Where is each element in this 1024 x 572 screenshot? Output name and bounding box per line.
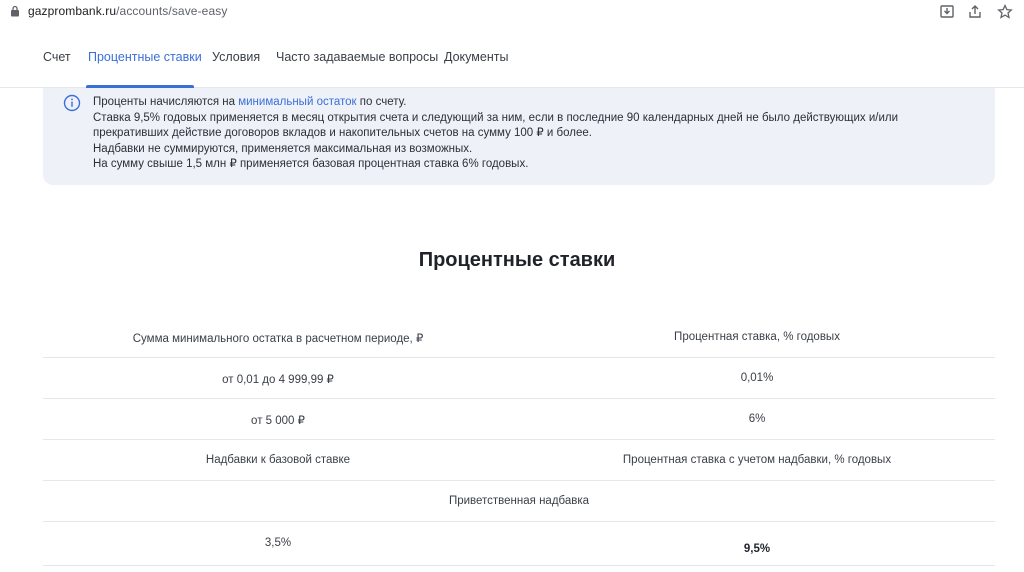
info-text: Проценты начисляются на минимальный оста… [93,95,973,173]
min-balance-link[interactable]: минимальный остаток [238,96,356,108]
total-rate-cell: 9,5% [743,543,771,555]
section-title: Процентные ставки [418,249,616,271]
rate-cell: 0,01% [740,372,774,384]
url-host: gazprombank.ru [28,4,117,18]
url-path: /accounts/save-easy [116,4,228,18]
header-min-balance: Сумма минимального остатка в расчетном п… [132,333,424,345]
section-tabs: Счет Процентные ставки Условия Часто зад… [0,24,1024,88]
info-line-1-prefix: Проценты начисляются на [93,96,239,108]
tab-account[interactable]: Счет [43,50,71,64]
info-icon [63,94,81,112]
tab-conditions[interactable]: Условия [212,50,260,64]
range-cell: от 5 000 ₽ [251,415,305,427]
url-text[interactable]: gazprombank.ru/accounts/save-easy [28,4,227,18]
table-header-row: Сумма минимального остатка в расчетном п… [43,317,995,358]
install-icon[interactable] [938,3,956,21]
header-rate: Процентная ставка, % годовых [674,331,840,343]
browser-address-bar[interactable]: gazprombank.ru/accounts/save-easy [0,0,1024,24]
share-icon[interactable] [966,3,984,21]
info-line-1-suffix: по счету. [356,96,407,108]
info-line-2: Ставка 9,5% годовых применяется в месяц … [93,111,899,140]
table-row: 3,5% 9,5% [43,522,995,566]
tab-documents[interactable]: Документы [444,50,508,64]
star-icon[interactable] [996,3,1014,21]
header-rate-with-bonus: Процентная ставка с учетом надбавки, % г… [622,454,892,466]
info-line-1: Проценты начисляются на минимальный оста… [93,95,973,111]
rates-table: Сумма минимального остатка в расчетном п… [43,317,995,566]
range-cell: от 0,01 до 4 999,99 ₽ [222,374,334,386]
table-subheader-row: Надбавки к базовой ставке Процентная ста… [43,440,995,481]
tab-interest-rates[interactable]: Процентные ставки [88,50,202,64]
table-row: от 0,01 до 4 999,99 ₽ 0,01% [43,358,995,399]
info-line-4: На сумму свыше 1,5 млн ₽ применяется баз… [93,158,529,170]
tab-faq[interactable]: Часто задаваемые вопросы [276,50,438,64]
table-group-row: Приветственная надбавка [43,481,995,522]
welcome-bonus-label: Приветственная надбавка [448,495,590,507]
bonus-cell: 3,5% [264,537,292,549]
header-bonus: Надбавки к базовой ставке [205,454,351,466]
table-row: от 5 000 ₽ 6% [43,399,995,440]
info-line-3: Надбавки не суммируются, применяется мак… [93,142,473,155]
info-notice: Проценты начисляются на минимальный оста… [43,88,995,185]
lock-icon [11,5,19,17]
rate-cell: 6% [748,413,766,425]
